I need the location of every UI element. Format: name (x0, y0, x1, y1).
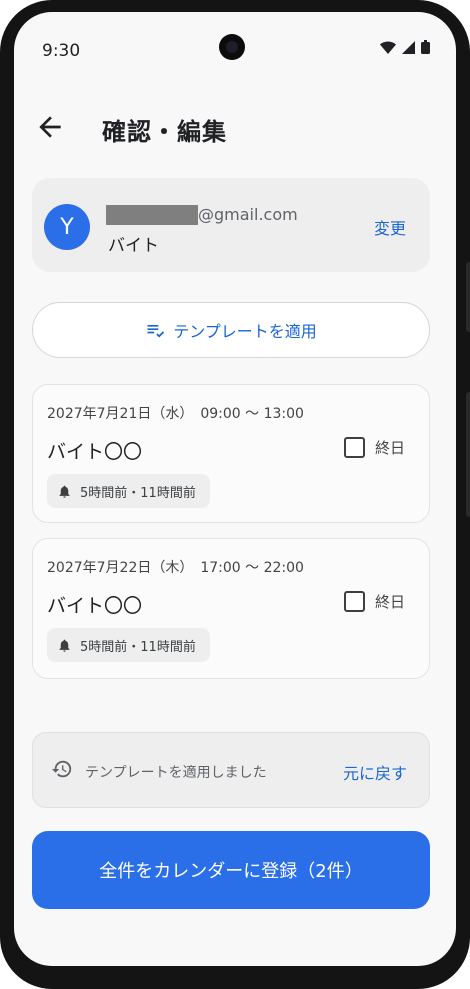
register-all-label: 全件をカレンダーに登録（2件） (99, 861, 363, 882)
snackbar: テンプレートを適用しました 元に戻す (32, 732, 430, 808)
page-title: 確認・編集 (102, 118, 227, 146)
account-email: @gmail.com (198, 205, 298, 224)
allday-checkbox[interactable] (343, 591, 365, 612)
event-title[interactable]: バイト〇〇 (47, 591, 142, 618)
allday-toggle[interactable]: 終日 (343, 437, 405, 458)
apply-template-button[interactable]: テンプレートを適用 (32, 302, 430, 358)
avatar-initial: Y (60, 214, 74, 240)
change-account-button[interactable]: 変更 (374, 215, 406, 239)
redacted-email-user (106, 205, 198, 225)
calendar-name: バイト (108, 236, 159, 256)
reminder-text: 5時間前・11時間前 (80, 485, 196, 501)
reminder-chip[interactable]: 5時間前・11時間前 (47, 628, 210, 662)
bell-icon (59, 485, 70, 498)
avatar: Y (44, 204, 90, 250)
reminder-chip[interactable]: 5時間前・11時間前 (47, 474, 210, 508)
battery-icon (421, 40, 430, 54)
status-icons (380, 40, 430, 54)
undo-button[interactable]: 元に戻す (343, 760, 407, 784)
allday-label: 終日 (374, 593, 405, 611)
back-arrow-icon[interactable] (34, 111, 66, 143)
allday-toggle[interactable]: 終日 (343, 591, 405, 612)
bell-icon (59, 639, 70, 652)
register-all-button[interactable]: 全件をカレンダーに登録（2件） (32, 831, 430, 909)
signal-icon (402, 40, 415, 54)
event-card[interactable]: 2027年7月21日（水） 09:00 〜 13:00 バイト〇〇 終日 5時間… (32, 384, 430, 523)
playlist-check-icon (147, 325, 165, 338)
app-bar: 確認・編集 (14, 102, 456, 152)
volume-button (466, 262, 470, 332)
event-datetime: 2027年7月22日（木） 17:00 〜 22:00 (47, 560, 304, 576)
phone-frame: 9:30 確認・編集 Y @gmail.com バイト 変更 テンプレートを適用… (0, 0, 470, 989)
screen: 9:30 確認・編集 Y @gmail.com バイト 変更 テンプレートを適用… (14, 12, 456, 966)
power-button (466, 392, 470, 517)
allday-checkbox[interactable] (343, 437, 365, 458)
event-card[interactable]: 2027年7月22日（木） 17:00 〜 22:00 バイト〇〇 終日 5時間… (32, 538, 430, 679)
account-card: Y @gmail.com バイト 変更 (32, 178, 430, 272)
event-datetime: 2027年7月21日（水） 09:00 〜 13:00 (47, 406, 304, 422)
snackbar-message: テンプレートを適用しました (85, 765, 267, 781)
event-title[interactable]: バイト〇〇 (47, 437, 142, 464)
apply-template-label: テンプレートを適用 (173, 322, 317, 341)
wifi-icon (380, 40, 396, 54)
allday-label: 終日 (374, 439, 405, 457)
history-icon (51, 760, 72, 778)
status-time: 9:30 (42, 41, 81, 61)
front-camera (219, 34, 245, 60)
reminder-text: 5時間前・11時間前 (80, 639, 196, 655)
status-bar: 9:30 (14, 12, 456, 76)
